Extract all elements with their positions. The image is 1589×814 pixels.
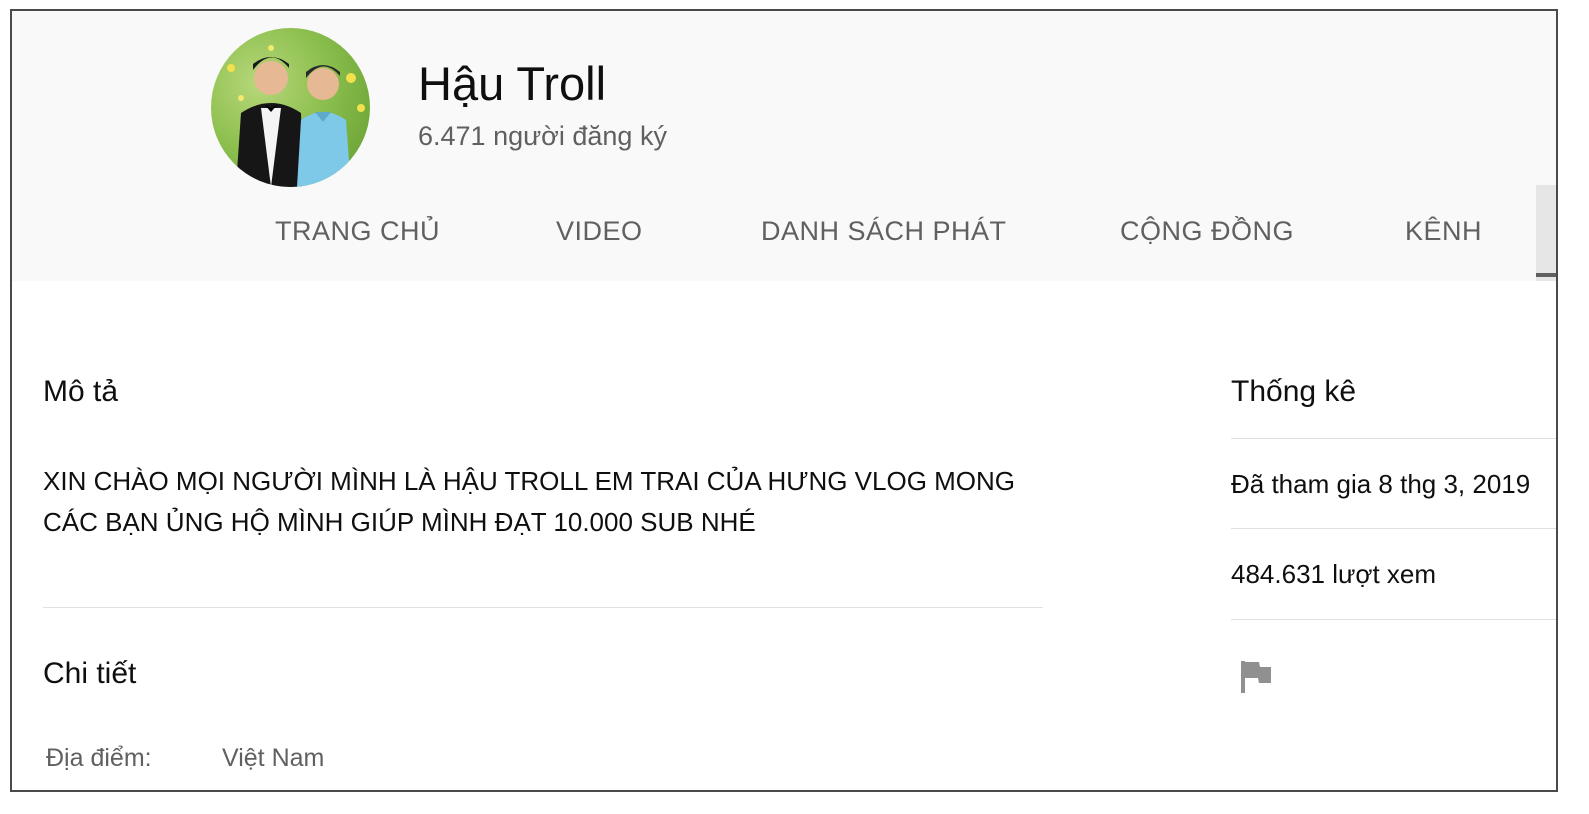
tab-videos[interactable]: VIDEO [556,216,643,247]
tab-channels[interactable]: KÊNH [1405,216,1482,247]
tab-playlists[interactable]: DANH SÁCH PHÁT [761,216,1007,247]
description-title: Mô tả [43,375,119,408]
flag-icon[interactable] [1239,659,1273,695]
tab-community[interactable]: CỘNG ĐỒNG [1120,216,1294,247]
joined-date: Đã tham gia 8 thg 3, 2019 [1231,469,1531,499]
location-label: Địa điểm: [46,744,152,772]
channel-header: Hậu Troll 6.471 người đăng ký TRANG CHỦ … [12,11,1556,281]
subscriber-count: 6.471 người đăng ký [418,121,667,151]
tab-home[interactable]: TRANG CHỦ [275,216,440,247]
stats-divider [1231,528,1556,529]
location-value: Việt Nam [222,744,325,772]
stats-title: Thống kê [1231,375,1357,408]
channel-name: Hậu Troll [418,57,607,110]
view-count: 484.631 lượt xem [1231,559,1437,589]
details-title: Chi tiết [43,657,137,690]
description-text: XIN CHÀO MỌI NGƯỜI MÌNH LÀ HẬU TROLL EM … [43,466,1016,537]
avatar-photo [227,45,365,187]
avatar[interactable] [211,28,370,187]
channel-tabs: TRANG CHỦ VIDEO DANH SÁCH PHÁT CỘNG ĐỒNG… [12,216,1556,258]
tab-about[interactable] [1536,185,1556,281]
divider [43,607,1043,608]
channel-page: Hậu Troll 6.471 người đăng ký TRANG CHỦ … [10,9,1558,792]
stats-divider [1231,619,1556,620]
active-tab-indicator [1536,273,1556,277]
stats-divider [1231,438,1556,439]
